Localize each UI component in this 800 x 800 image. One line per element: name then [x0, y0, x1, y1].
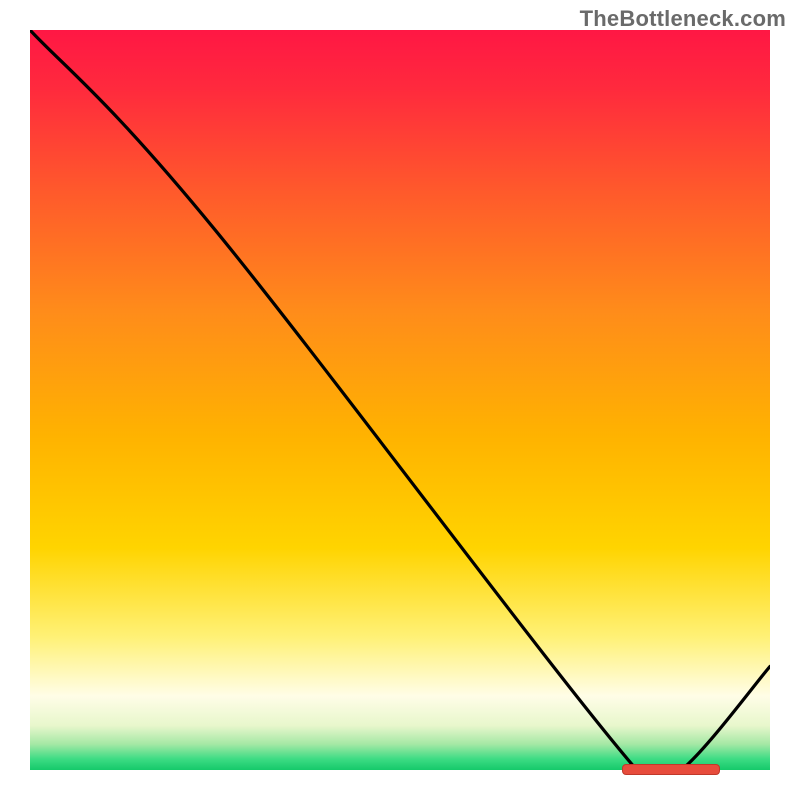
- plot-area: [30, 30, 770, 770]
- watermark-text: TheBottleneck.com: [580, 6, 786, 32]
- highlight-marker: [622, 764, 720, 775]
- chart-frame: TheBottleneck.com: [0, 0, 800, 800]
- chart-svg: [30, 30, 770, 770]
